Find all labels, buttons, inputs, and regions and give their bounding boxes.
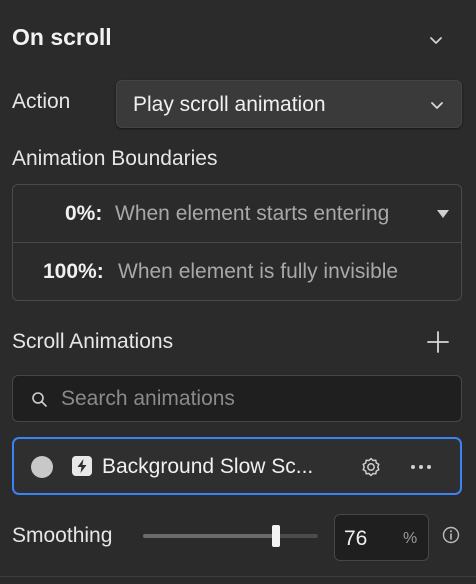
search-icon	[32, 392, 47, 407]
action-select[interactable]: Play scroll animation	[116, 80, 462, 128]
search-input[interactable]	[61, 385, 451, 413]
smoothing-input[interactable]: 76 %	[334, 514, 429, 561]
smoothing-slider[interactable]	[143, 534, 318, 538]
smoothing-slider-fill	[143, 534, 276, 538]
boundary-end-description: When element is fully invisible	[118, 260, 399, 283]
boundaries-label: Animation Boundaries	[12, 147, 218, 170]
collapse-chevron-icon[interactable]	[428, 32, 444, 48]
animation-list-item[interactable]: Background Slow Sc...	[12, 437, 462, 495]
gear-icon[interactable]	[359, 455, 383, 479]
caret-down-icon	[437, 210, 449, 218]
boundary-end-percent: 100%:	[43, 260, 104, 283]
boundaries-box: 0%: When element starts entering 100%: W…	[12, 184, 462, 301]
smoothing-label: Smoothing	[12, 524, 113, 547]
chevron-down-icon	[431, 102, 443, 109]
action-label: Action	[12, 90, 71, 113]
info-icon[interactable]	[442, 526, 460, 544]
smoothing-unit: %	[403, 530, 418, 547]
boundary-start-description: When element starts entering	[115, 202, 390, 225]
scroll-animations-label: Scroll Animations	[12, 330, 174, 353]
action-select-value: Play scroll animation	[133, 93, 326, 116]
smoothing-slider-thumb[interactable]	[272, 525, 280, 547]
animation-radio[interactable]	[31, 456, 53, 478]
section-title: On scroll	[12, 24, 112, 50]
lightning-icon	[72, 456, 92, 476]
animation-name: Background Slow Sc...	[102, 455, 314, 478]
search-box	[12, 375, 462, 422]
add-icon[interactable]	[426, 330, 450, 354]
boundary-row-end[interactable]: 100%: When element is fully invisible	[13, 243, 461, 300]
boundary-row-start[interactable]: 0%: When element starts entering	[13, 185, 461, 243]
divider	[0, 576, 476, 577]
more-options-icon[interactable]	[408, 455, 434, 479]
boundary-start-percent: 0%:	[65, 202, 103, 225]
smoothing-value: 76	[344, 527, 368, 550]
